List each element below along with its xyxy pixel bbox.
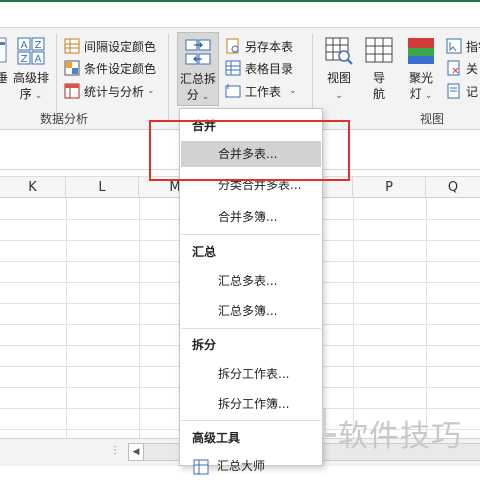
view-button[interactable]: 视图 ⌄ [322,36,356,104]
menu-divider [181,234,321,235]
sort-button[interactable]: 垂 [0,36,12,86]
worksheet-button[interactable]: 工作表 ⌄ [225,81,297,101]
chevron-down-icon: ⌄ [201,92,210,102]
column-header-k[interactable]: K [0,177,66,198]
conditional-color-button[interactable]: 条件设定颜色 [64,58,156,78]
close-tool-label: 关 [466,61,479,76]
interval-grid-icon [64,38,80,54]
conditional-color-label: 条件设定颜色 [84,61,157,76]
summary-split-label-1: 汇总拆 [179,72,216,86]
column-header-l[interactable]: L [66,177,139,198]
view-magnifier-icon [324,36,354,66]
save-sheet-icon [225,38,241,54]
section-summary-heading: 汇总 [192,245,217,259]
table-catalog-button[interactable]: 表格目录 [225,58,293,78]
menu-item-summary-outline[interactable]: 汇总大师 [181,453,321,479]
pointer-button[interactable]: 指钅 [446,36,480,56]
svg-text:Z: Z [35,40,42,51]
advanced-sort-button[interactable]: A Z Z A 高级排 序 ⌄ [12,36,50,104]
data-analysis-group-label: 数据分析 [40,112,89,126]
save-as-button[interactable]: 另存本表 [225,36,293,56]
stats-analysis-button[interactable]: 统计与分析 ⌄ [64,81,155,101]
table-catalog-label: 表格目录 [245,61,294,76]
svg-text:A: A [21,40,28,51]
sort-label: 垂 [0,71,8,85]
interval-color-button[interactable]: 间隔设定颜色 [64,36,156,56]
close-tool-button[interactable]: 关 [446,58,478,78]
conditional-grid-icon [64,60,80,76]
navigation-label-1: 导 [372,71,385,85]
navigation-button[interactable]: 导 航 [362,36,396,102]
spotlight-icon [406,36,436,66]
sort-icon [0,36,9,66]
menu-item-split-sheet[interactable]: 拆分工作表... [181,361,321,387]
navigation-label-2: 航 [372,87,385,101]
close-doc-icon [446,60,462,76]
record-button[interactable]: 记 [446,81,478,101]
menu-item-split-workbook[interactable]: 拆分工作簿... [181,391,321,417]
svg-text:Z: Z [21,54,28,65]
advanced-sort-label-2: 序 [19,87,32,101]
merge-split-icon [183,37,213,67]
summary-outline-icon [193,458,209,475]
section-split-heading: 拆分 [192,338,217,352]
view-label: 视图 [326,71,351,85]
column-header-q[interactable]: Q [426,177,480,198]
pointer-icon [446,38,462,54]
tab-splitter-handle[interactable]: ⋮ [110,445,120,459]
ribbon-divider [56,34,57,122]
watermark-logo-icon [322,409,336,437]
view-group-label: 视图 [420,112,445,126]
chevron-down-icon: ⌄ [147,86,155,96]
navigation-grid-icon [364,36,394,66]
menu-item-summary-sheets[interactable]: 汇总多表... [181,268,321,294]
menu-divider [181,420,321,421]
save-as-label: 另存本表 [245,39,294,54]
advanced-sort-label-1: 高级排 [12,71,49,85]
summary-split-button[interactable]: 汇总拆 分 ⌄ [177,32,219,106]
spotlight-label-2: 灯 [409,87,422,101]
scroll-left-button[interactable]: ◀ [128,443,144,461]
section-advanced-heading: 高级工具 [192,431,241,445]
chevron-down-icon: ⌄ [289,86,297,96]
chevron-down-icon: ⌄ [424,91,433,101]
chevron-down-icon: ⌄ [34,91,43,101]
pointer-label: 指钅 [466,39,480,54]
spotlight-button[interactable]: 聚光 灯 ⌄ [402,36,440,104]
menu-item-summary-workbooks[interactable]: 汇总多簿... [181,298,321,324]
menu-item-merge-workbooks[interactable]: 合并多簿... [181,204,321,230]
watermark-text: 软件技巧 [338,419,462,454]
worksheet-label: 工作表 [245,84,282,99]
column-header-p[interactable]: P [353,177,426,198]
ribbon-divider [168,34,169,122]
summary-outline-label: 汇总大师 [217,459,266,473]
interval-color-label: 间隔设定颜色 [84,39,157,54]
stats-analysis-label: 统计与分析 [84,84,145,99]
accent-line [0,0,480,2]
menu-divider [181,328,321,329]
spotlight-label-1: 聚光 [408,71,433,85]
stats-table-icon [64,83,80,99]
summary-split-label-2: 分 [186,88,199,102]
svg-text:A: A [35,54,42,65]
worksheet-icon [225,83,241,99]
record-icon [446,83,462,99]
az-sort-icon: A Z Z A [16,36,46,66]
title-strip [0,0,480,28]
highlight-annotation-box [149,120,350,181]
record-label: 记 [466,84,479,99]
catalog-icon [225,60,241,76]
chevron-down-icon: ⌄ [335,91,343,101]
